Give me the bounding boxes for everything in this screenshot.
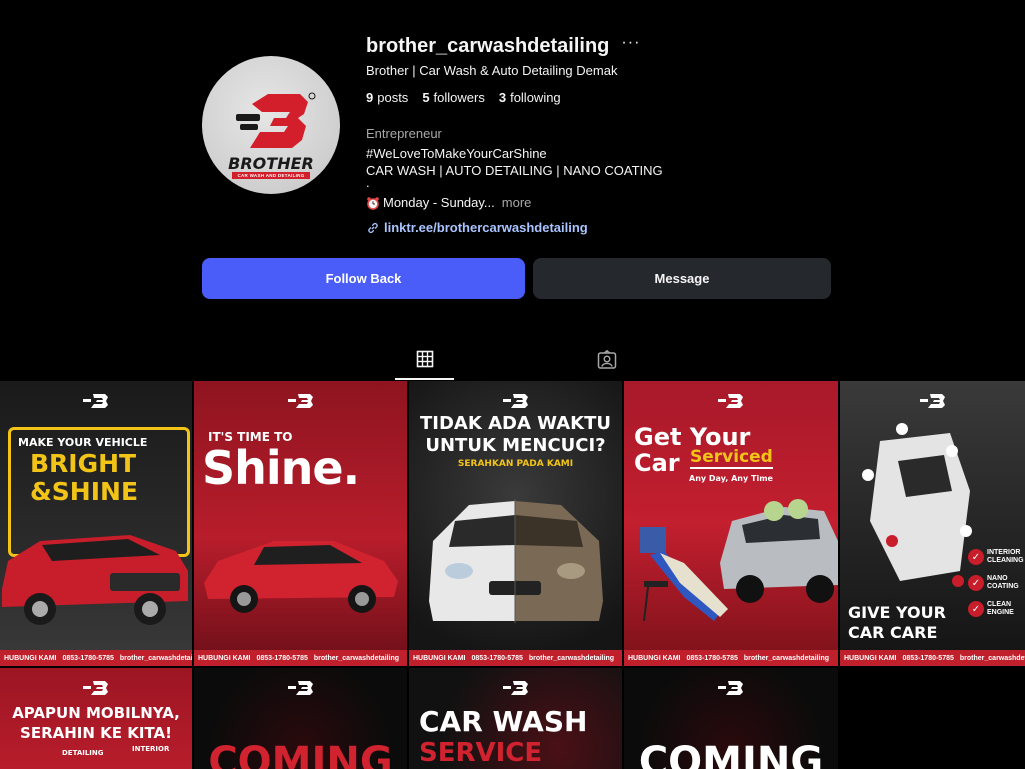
- check-icon: ✓: [968, 601, 984, 617]
- tagged-icon: [597, 350, 616, 369]
- check-icon: ✓: [968, 575, 984, 591]
- post-headline: SERVICE: [419, 738, 543, 768]
- tab-posts[interactable]: [395, 340, 454, 380]
- service-badges: ✓ INTERIOR CLEANING ✓ NANO COATING ✓ CLE…: [968, 549, 1025, 617]
- brand-logo-icon: [502, 681, 528, 695]
- brand-logo-icon: [83, 394, 108, 408]
- post-headline: MAKE YOUR VEHICLE: [18, 436, 148, 449]
- post-headline: UNTUK MENCUCI?: [425, 435, 606, 456]
- brand-logo-icon: [83, 681, 108, 695]
- post-subheadline: SERAHKAN PADA KAMI: [457, 459, 574, 469]
- post-headline: TIDAK ADA WAKTU: [420, 413, 611, 434]
- post-tile[interactable]: MAKE YOUR VEHICLE BRIGHT &SHINE HUBUNGI …: [0, 381, 192, 666]
- brand-logo-icon: [919, 394, 945, 408]
- hours-text: Monday - Sunday...: [383, 195, 495, 210]
- profile-header: BROTHER CAR WASH AND DETAILING brother_c…: [0, 0, 1025, 380]
- bio-more-link[interactable]: more: [502, 195, 532, 210]
- post-headline: CAR CARE: [848, 623, 938, 642]
- full-name: Brother | Car Wash & Auto Detailing Dema…: [366, 63, 618, 78]
- check-icon: ✓: [968, 549, 984, 565]
- red-sedan-image: [204, 541, 398, 613]
- post-headline: Car: [634, 449, 680, 477]
- post-headline-highlight: Serviced: [690, 447, 773, 469]
- person-and-suv-image: [640, 499, 838, 622]
- post-footer: HUBUNGI KAMI 0853-1780-5785 brother_carwas…: [409, 650, 622, 666]
- profile-stats: 9 posts 5 followers 3 following: [366, 90, 561, 105]
- post-footer: HUBUNGI KAMI 0853-1780-5785 brother_carwas…: [0, 650, 192, 666]
- post-footer: HUBUNGI KAMI 0853-1780-5785 brother_carwas…: [194, 650, 407, 666]
- post-tile[interactable]: COMING: [194, 668, 407, 769]
- badge-label: NANO COATING: [987, 575, 1019, 590]
- post-tile[interactable]: CAR WASH SERVICE: [409, 668, 622, 769]
- more-horizontal-icon[interactable]: ···: [621, 35, 640, 54]
- link-icon: [368, 222, 378, 233]
- red-suv-image: [2, 535, 188, 625]
- message-button[interactable]: Message: [533, 258, 831, 299]
- avatar-tagline: CAR WASH AND DETAILING: [232, 172, 310, 179]
- grid-icon: [416, 350, 433, 368]
- posts-count: 9 posts: [366, 90, 409, 105]
- following-count[interactable]: 3 following: [499, 90, 561, 105]
- clean-dirty-car-image: [429, 499, 603, 623]
- post-label: DETAILING: [62, 749, 104, 757]
- post-headline: &SHINE: [30, 477, 139, 506]
- brand-logo-icon: [718, 681, 743, 695]
- username-row: brother_carwashdetailing ···: [366, 34, 640, 58]
- badge-label: INTERIOR CLEANING: [987, 549, 1024, 564]
- avatar-brand-name: BROTHER: [228, 154, 314, 173]
- post-headline: APAPUN MOBILNYA,: [12, 704, 180, 722]
- post-headline: SERAHIN KE KITA!: [20, 724, 172, 742]
- post-headline: Shine.: [202, 441, 360, 495]
- post-headline: GIVE YOUR: [848, 603, 946, 622]
- profile-category: Entrepreneur: [366, 126, 442, 141]
- post-tile[interactable]: GIVE YOUR CAR CARE ✓ INTERIOR CLEANING ✓…: [840, 381, 1025, 666]
- brand-logo-icon: [287, 394, 313, 408]
- post-headline: Get Your: [634, 423, 751, 451]
- post-tile[interactable]: COMING: [624, 668, 838, 769]
- post-headline: COMING: [208, 739, 393, 769]
- badge-label: CLEAN ENGINE: [987, 601, 1014, 616]
- post-tile[interactable]: TIDAK ADA WAKTU UNTUK MENCUCI? SERAHKAN …: [409, 381, 622, 666]
- brand-logo-icon: [718, 394, 743, 408]
- profile-link[interactable]: linktr.ee/brothercarwashdetailing: [366, 220, 588, 235]
- profile-avatar[interactable]: BROTHER CAR WASH AND DETAILING: [202, 56, 340, 194]
- bio-hashtag: #WeLoveToMakeYourCarShine: [366, 146, 547, 161]
- post-tile[interactable]: Get Your Car Serviced Any Day, Any Time …: [624, 381, 838, 666]
- post-tile[interactable]: IT'S TIME TO Shine. HUBUNGI KAMI 0853-178…: [194, 381, 407, 666]
- brand-logo-icon: [502, 394, 528, 408]
- bio-services: CAR WASH | AUTO DETAILING | NANO COATING: [366, 163, 663, 178]
- follow-back-button[interactable]: Follow Back: [202, 258, 525, 299]
- post-headline: CAR WASH: [419, 705, 588, 738]
- tab-tagged[interactable]: [577, 340, 636, 380]
- alarm-clock-icon: [367, 196, 379, 210]
- post-footer: HUBUNGI KAMI 0853-1780-5785 brother_carwas…: [624, 650, 838, 666]
- brand-logo-icon: [287, 681, 313, 695]
- post-label: INTERIOR: [132, 745, 170, 753]
- post-footer: HUBUNGI KAMI 0853-1780-5785 brother_carwas…: [840, 650, 1025, 666]
- username: brother_carwashdetailing: [366, 34, 610, 57]
- profile-link-url[interactable]: linktr.ee/brothercarwashdetailing: [384, 220, 588, 235]
- bio-hours: Monday - Sunday... more: [366, 195, 531, 210]
- profile-tabs: [0, 340, 1025, 380]
- bio-dot: .: [366, 175, 370, 190]
- post-tile[interactable]: APAPUN MOBILNYA, SERAHIN KE KITA! DETAIL…: [0, 668, 192, 769]
- post-headline: BRIGHT: [30, 449, 137, 478]
- followers-count[interactable]: 5 followers: [422, 90, 485, 105]
- post-headline: COMING: [638, 739, 824, 769]
